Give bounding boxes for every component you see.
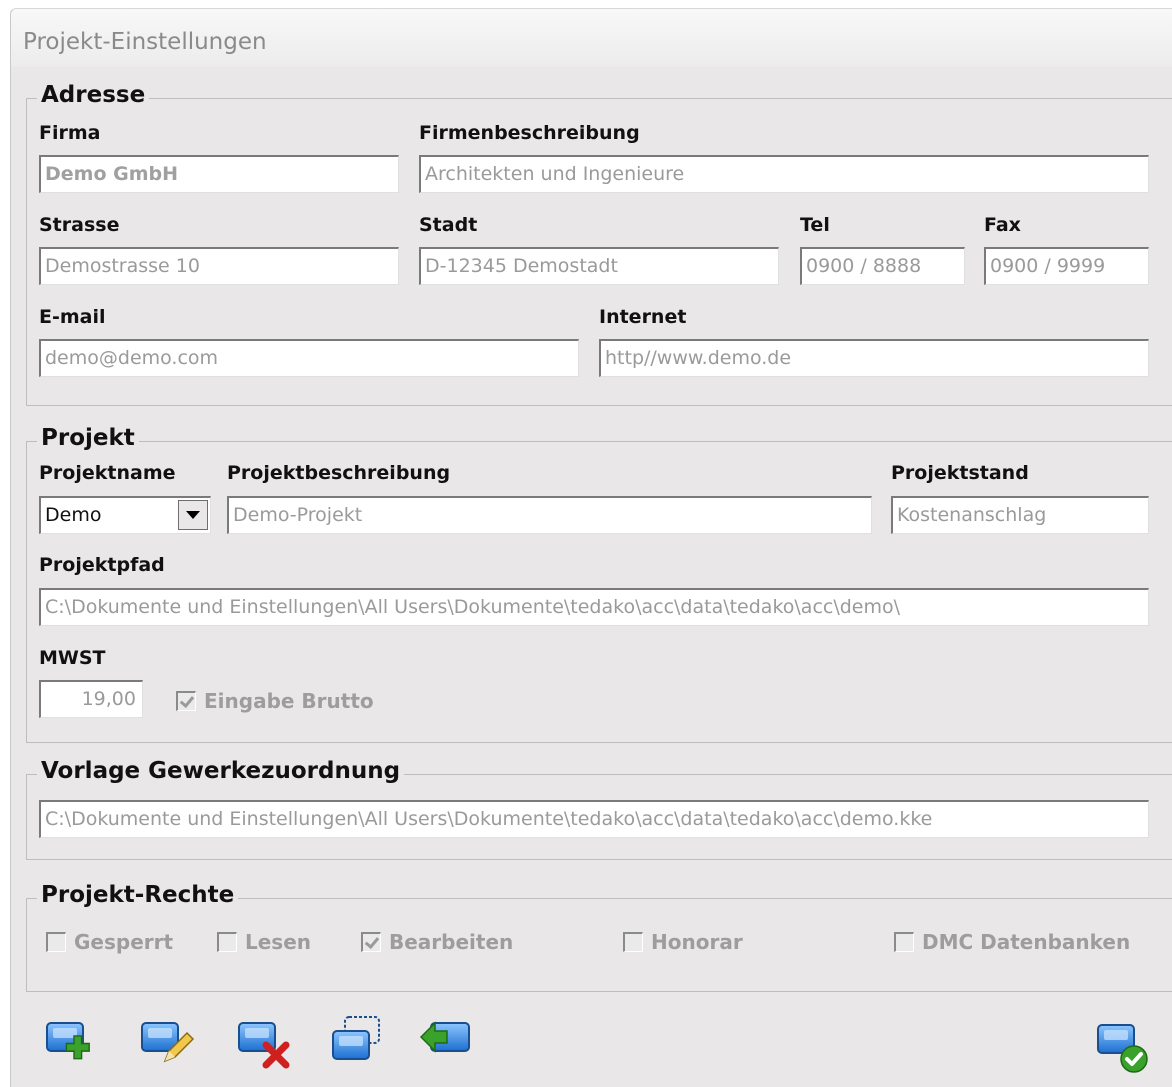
projektpfad-label: Projektpfad — [39, 554, 165, 576]
vorlage-field[interactable]: C:\Dokumente und Einstellungen\All Users… — [39, 800, 1149, 838]
dmc-box[interactable] — [894, 932, 914, 952]
mwst-field[interactable]: 19,00 — [39, 680, 143, 718]
lesen-box[interactable] — [217, 932, 237, 952]
strasse-field[interactable]: Demostrasse 10 — [39, 247, 399, 285]
tel-field[interactable]: 0900 / 8888 — [800, 247, 965, 285]
rechte-lesen-checkbox[interactable]: Lesen — [217, 930, 311, 954]
import-icon[interactable] — [417, 1015, 473, 1071]
email-field[interactable]: demo@demo.com — [39, 339, 579, 377]
gesperrt-label: Gesperrt — [74, 930, 174, 954]
add-icon[interactable] — [44, 1017, 100, 1073]
bearbeiten-box[interactable] — [361, 932, 381, 952]
copy-icon[interactable] — [329, 1013, 385, 1069]
rechte-dmc-checkbox[interactable]: DMC Datenbanken — [894, 930, 1130, 954]
window-title: Projekt-Einstellungen — [23, 29, 267, 55]
delete-icon[interactable] — [236, 1017, 292, 1073]
fax-label: Fax — [984, 214, 1021, 236]
projektname-dropdown[interactable]: Demo — [39, 496, 211, 534]
projektpfad-field[interactable]: C:\Dokumente und Einstellungen\All Users… — [39, 588, 1149, 626]
mwst-label: MWST — [39, 647, 106, 669]
ok-icon[interactable] — [1094, 1019, 1150, 1075]
project-settings-window: Projekt-Einstellungen Adresse Firma Demo… — [10, 8, 1172, 1087]
projekt-legend: Projekt — [37, 425, 139, 451]
adresse-legend: Adresse — [37, 82, 150, 108]
internet-label: Internet — [599, 306, 687, 328]
projektbeschreibung-field[interactable]: Demo-Projekt — [227, 496, 872, 534]
honorar-label: Honorar — [651, 930, 743, 954]
firma-label: Firma — [39, 122, 101, 144]
rechte-honorar-checkbox[interactable]: Honorar — [623, 930, 743, 954]
gesperrt-box[interactable] — [46, 932, 66, 952]
lesen-label: Lesen — [245, 930, 312, 954]
stadt-label: Stadt — [419, 214, 478, 236]
projektstand-field[interactable]: Kostenanschlag — [891, 496, 1149, 534]
honorar-box[interactable] — [623, 932, 643, 952]
title-bar: Projekt-Einstellungen — [11, 9, 1172, 67]
eingabe-brutto-label: Eingabe Brutto — [204, 689, 374, 713]
dmc-label: DMC Datenbanken — [922, 930, 1131, 954]
rechte-bearbeiten-checkbox[interactable]: Bearbeiten — [361, 930, 513, 954]
chevron-down-icon[interactable] — [178, 500, 208, 530]
projektname-value: Demo — [45, 504, 102, 526]
edit-icon[interactable] — [139, 1017, 195, 1073]
projektbeschreibung-label: Projektbeschreibung — [227, 462, 451, 484]
vorlage-legend: Vorlage Gewerkezuordnung — [37, 758, 405, 784]
bearbeiten-label: Bearbeiten — [389, 930, 514, 954]
firmenbeschreibung-label: Firmenbeschreibung — [419, 122, 640, 144]
firmenbeschreibung-field[interactable]: Architekten und Ingenieure — [419, 155, 1149, 193]
firma-field[interactable]: Demo GmbH — [39, 155, 399, 193]
rechte-gesperrt-checkbox[interactable]: Gesperrt — [46, 930, 173, 954]
projektname-label: Projektname — [39, 462, 176, 484]
rechte-legend: Projekt-Rechte — [37, 882, 239, 908]
email-label: E-mail — [39, 306, 106, 328]
projektstand-label: Projektstand — [891, 462, 1029, 484]
stadt-field[interactable]: D-12345 Demostadt — [419, 247, 779, 285]
fax-field[interactable]: 0900 / 9999 — [984, 247, 1149, 285]
strasse-label: Strasse — [39, 214, 120, 236]
eingabe-brutto-checkbox[interactable]: Eingabe Brutto — [176, 689, 374, 713]
tel-label: Tel — [800, 214, 830, 236]
eingabe-brutto-box[interactable] — [176, 691, 196, 711]
internet-field[interactable]: http//www.demo.de — [599, 339, 1149, 377]
